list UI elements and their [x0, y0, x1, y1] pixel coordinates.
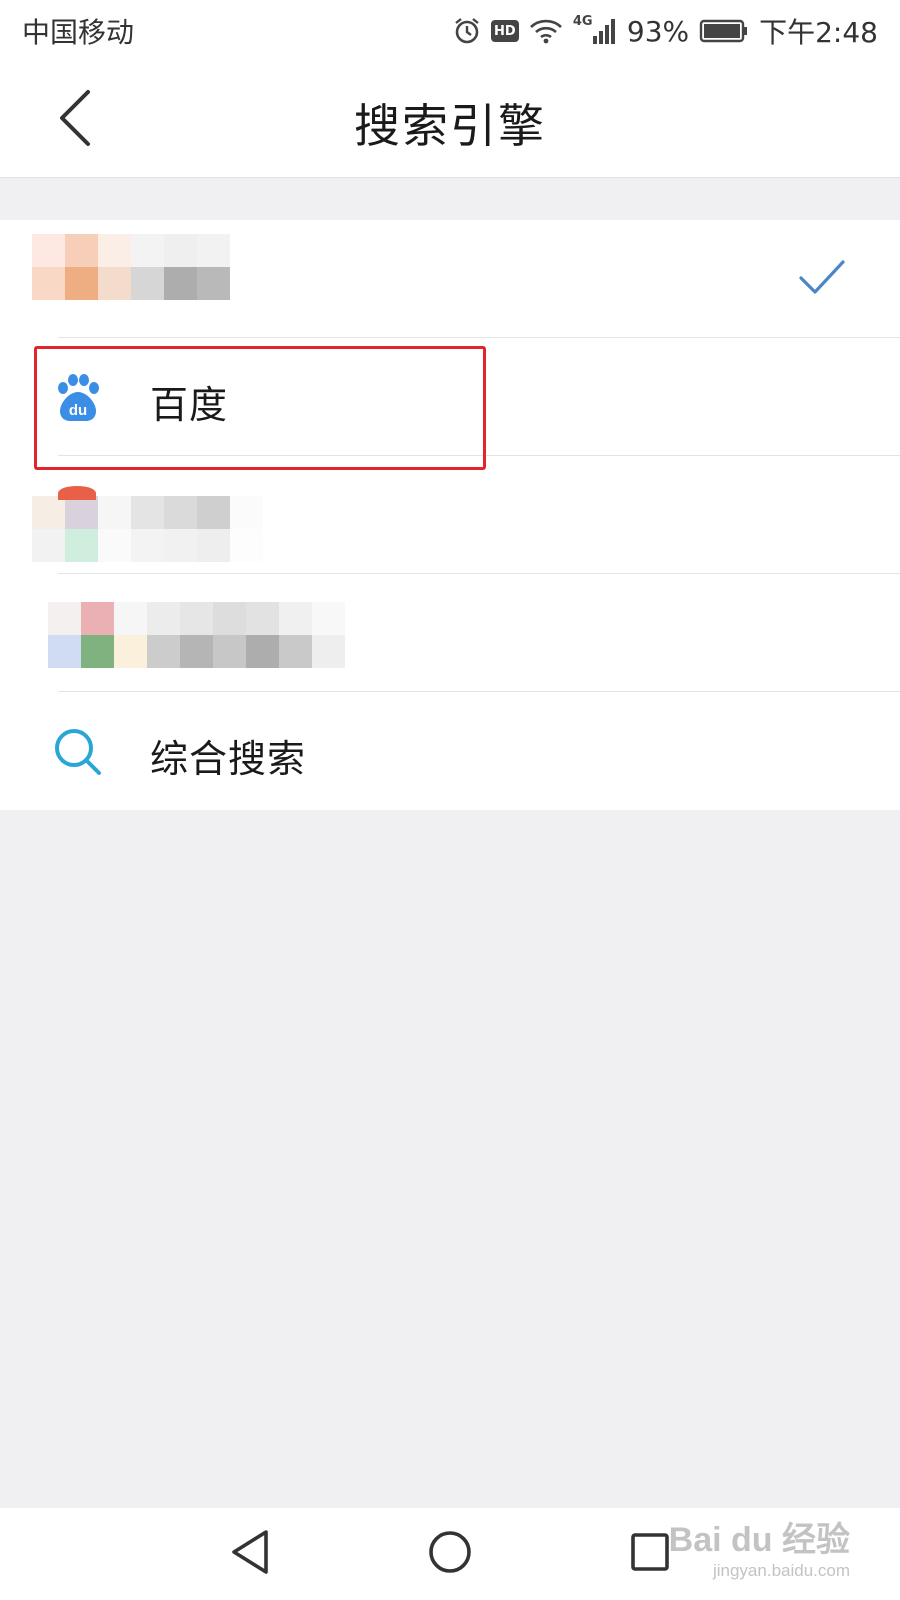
- home-circle-icon: [426, 1528, 474, 1580]
- engine-label: 综合搜索: [150, 737, 307, 781]
- engine-3-icon: [58, 486, 96, 500]
- watermark-sub: jingyan.baidu.com: [712, 1561, 850, 1580]
- carrier-label: 中国移动: [22, 16, 135, 49]
- status-bar: 中国移动 HD 4G 93% 下午2:48: [0, 0, 900, 62]
- nav-back-button[interactable]: [210, 1514, 290, 1594]
- engine-option-baidu[interactable]: du 百度: [0, 338, 900, 456]
- engine-option-3[interactable]: [0, 456, 900, 574]
- check-icon: [798, 258, 846, 302]
- wifi-icon: [529, 18, 563, 44]
- back-triangle-icon: [228, 1528, 272, 1580]
- battery-icon: [699, 18, 749, 44]
- watermark-main: Bai du 经验: [668, 1521, 850, 1559]
- search-icon: [52, 726, 104, 778]
- status-icons: HD 4G 93% 下午2:48: [453, 11, 878, 51]
- recents-square-icon: [628, 1530, 672, 1578]
- baidu-paw-icon: du: [52, 372, 104, 424]
- engine-option-combined-search[interactable]: 综合搜索: [0, 692, 900, 810]
- signal-icon: 4G: [573, 14, 617, 46]
- watermark: Bai du 经验 jingyan.baidu.com: [669, 1512, 850, 1581]
- alarm-icon: [453, 17, 481, 45]
- baidu-icon-text: du: [69, 402, 87, 419]
- battery-percent: 93%: [626, 14, 690, 48]
- engine-option-4[interactable]: [0, 574, 900, 692]
- page-header: 搜索引擎: [0, 62, 900, 178]
- clock-label: 下午2:48: [759, 16, 878, 49]
- page-title: 搜索引擎: [354, 99, 546, 153]
- nav-home-button[interactable]: [410, 1514, 490, 1594]
- hd-icon: HD: [490, 20, 519, 42]
- obscured-label: [32, 234, 230, 300]
- obscured-label: [48, 602, 345, 668]
- obscured-label: [32, 496, 263, 562]
- search-engine-list: du 百度 综合搜索: [0, 220, 900, 810]
- engine-option-1[interactable]: [0, 220, 900, 338]
- engine-label: 百度: [150, 383, 229, 427]
